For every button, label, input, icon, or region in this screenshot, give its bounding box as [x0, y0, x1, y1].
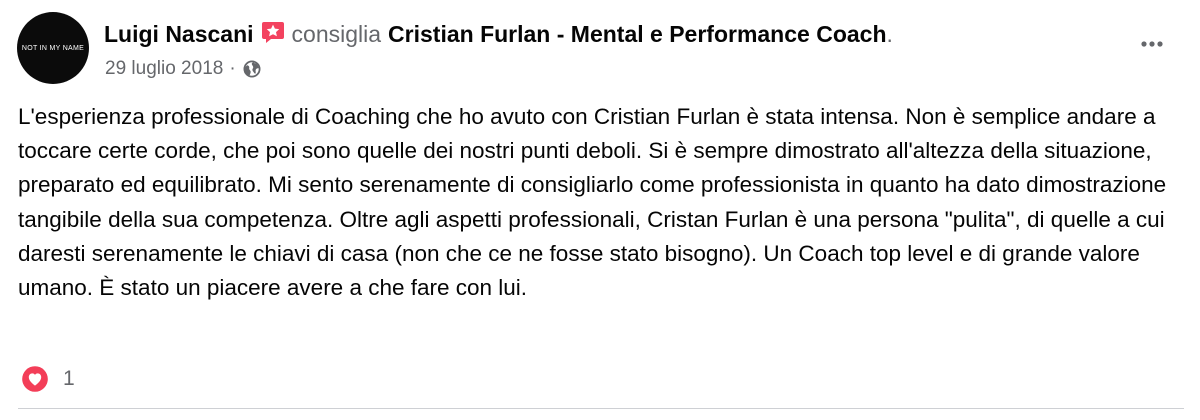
- avatar-text: NOT IN MY NAME: [21, 44, 85, 52]
- recommendation-post: NOT IN MY NAME Luigi Nascani consiglia C…: [0, 0, 1200, 420]
- post-date[interactable]: 29 luglio 2018: [105, 58, 223, 80]
- reaction-count: 1: [63, 367, 75, 390]
- globe-icon[interactable]: [243, 60, 261, 78]
- post-body: L'esperienza professionale di Coaching c…: [18, 104, 1167, 301]
- recommends-verb: consiglia: [291, 20, 382, 47]
- love-reaction-icon: [20, 364, 50, 394]
- more-options-button[interactable]: [1130, 30, 1174, 58]
- author-name[interactable]: Luigi Nascani: [104, 21, 254, 48]
- post-header: Luigi Nascani consiglia Cristian Furlan …: [104, 18, 893, 50]
- more-horizontal-icon: [1141, 41, 1163, 47]
- recommend-star-icon: [260, 19, 286, 45]
- header-end-dot: .: [886, 20, 893, 47]
- meta-separator: ·: [229, 58, 236, 79]
- avatar[interactable]: NOT IN MY NAME: [17, 12, 89, 84]
- page-name-link[interactable]: Cristian Furlan - Mental e Performance C…: [388, 21, 886, 48]
- reactions-bar[interactable]: 1: [20, 364, 75, 394]
- post-meta: 29 luglio 2018 ·: [105, 55, 261, 83]
- divider: [18, 408, 1184, 409]
